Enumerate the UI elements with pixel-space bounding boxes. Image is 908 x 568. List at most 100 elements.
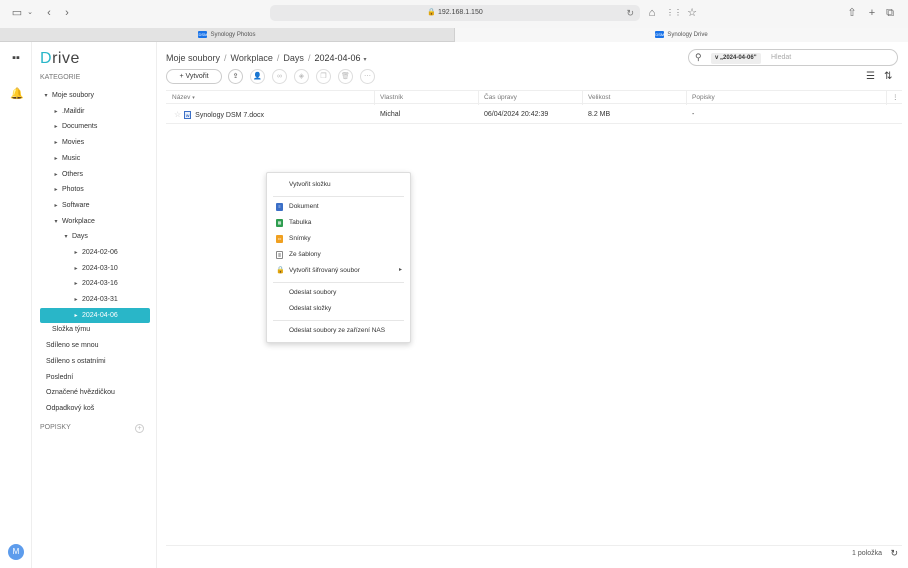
apps-grid-icon[interactable]: ▪▪ [10,52,22,64]
caret-right-icon[interactable]: ▸ [72,277,80,292]
sidebar-tree-item[interactable]: ▾ Days [32,229,150,244]
caret-down-icon[interactable]: ▾ [62,230,70,245]
caret-right-icon[interactable]: ▸ [52,105,60,120]
star-icon[interactable]: ☆ [686,6,698,20]
forward-icon[interactable]: › [62,6,72,20]
tab-synology-photos[interactable]: DSM Synology Photos [0,28,454,42]
sidebar-tree-item[interactable]: ▸ Software [32,198,150,213]
lock-icon: 🔒 [276,267,285,275]
sidebar-item-recent[interactable]: Poslední [32,370,150,385]
breadcrumb-days[interactable]: Days [283,53,304,63]
menu-item-upload-files[interactable]: Odeslat soubory [267,285,410,300]
tag-icon[interactable]: ◈ [294,69,309,84]
search-input[interactable]: Hledat [771,54,791,61]
file-name-cell[interactable]: ☆ W Synology DSM 7.docx [174,105,264,124]
sidebar-item-shared-with-me[interactable]: Sdíleno se mnou [32,338,150,353]
sidebar-tree-item[interactable]: ▾ Workplace [32,214,150,229]
copy-icon[interactable]: ❐ [316,69,331,84]
labels-section-label: POPISKY [40,424,71,431]
caret-right-icon[interactable]: ▸ [72,246,80,261]
create-context-menu: Vytvořit složku ≡ Dokument ▦ Tabulka ▭ Sním… [266,172,411,343]
caret-down-icon[interactable]: ▾ [42,89,50,104]
share-user-icon[interactable]: 👤 [250,69,265,84]
sidebar-item-shared-with-others[interactable]: Sdíleno s ostatními [32,354,150,369]
column-name[interactable]: Název ▾ [166,91,374,105]
refresh-icon[interactable]: ↻ [890,548,898,559]
menu-item-upload-folders[interactable]: Odeslat složky [267,301,410,316]
sidebar-tree-item[interactable]: ▸ .Maildir [32,104,150,119]
sidebar-tree-item[interactable]: ▸ Music [32,151,150,166]
reload-icon[interactable]: ↻ [626,5,634,21]
file-name: Synology DSM 7.docx [195,112,265,119]
caret-down-icon[interactable]: ▾ [52,215,60,230]
breadcrumb-current[interactable]: 2024-04-06 [314,53,360,63]
document-icon: ≡ [276,203,283,211]
caret-right-icon[interactable]: ▸ [52,152,60,167]
caret-right-icon[interactable]: ▸ [52,183,60,198]
share-icon[interactable]: ⇧ [846,6,858,20]
tab-synology-drive[interactable]: DSM Synology Drive [454,28,908,42]
caret-right-icon[interactable]: ▸ [72,293,80,308]
sidebar-item-trash[interactable]: Odpadkový koš [32,401,150,416]
menu-item-create-folder[interactable]: Vytvořit složku [267,177,410,192]
caret-right-icon[interactable]: ▸ [52,120,60,135]
menu-item-upload-from-nas[interactable]: Odeslat soubory ze zařízení NAS [267,323,410,338]
search-icon[interactable]: ⚲ [695,52,702,63]
sidebar-tree-item[interactable]: ▸ 2024-03-16 [32,276,150,291]
sort-icon[interactable]: ⇅ [884,71,892,82]
list-view-icon[interactable]: ☰ [866,71,875,82]
column-owner[interactable]: Vlastník [374,91,478,105]
upload-icon[interactable]: ⇪ [228,69,243,84]
search-box[interactable]: ⚲ v „2024-04-06" Hledat [688,49,898,66]
sidebar-item-starred[interactable]: Označené hvězdičkou [32,385,150,400]
column-labels[interactable]: Popisky [686,91,886,105]
sidebar-tree-item[interactable]: ▸ Documents [32,119,150,134]
link-icon[interactable]: ∞ [272,69,287,84]
sidebar-tree-item[interactable]: ▸ 2024-03-10 [32,261,150,276]
chevron-down-icon[interactable]: ⌄ [26,6,34,20]
sidebar-tree-item[interactable]: ▸ 2024-03-31 [32,292,150,307]
sidebar-tree-item[interactable]: ▸ 2024-02-06 [32,245,150,260]
more-icon[interactable]: ⋯ [360,69,375,84]
breadcrumb-workplace[interactable]: Workplace [231,53,273,63]
star-icon[interactable]: ☆ [174,110,181,119]
sidebar-tree-item[interactable]: ▸ Others [32,167,150,182]
address-bar[interactable]: 🔒 192.168.1.150 ↻ [270,5,640,21]
modified-cell: 06/04/2024 20:42:39 [484,111,549,118]
spreadsheet-icon: ▦ [276,219,283,227]
bell-icon[interactable]: 🔔 [10,88,24,100]
chevron-down-icon[interactable]: ▾ [364,57,367,63]
sidebar-tree-item[interactable]: ▸ Movies [32,135,150,150]
create-button[interactable]: + Vytvořit [166,69,222,84]
table-row[interactable]: ☆ W Synology DSM 7.docx Michal 06/04/2024 … [166,105,902,124]
avatar[interactable]: M [8,544,24,560]
column-modified[interactable]: Čas úpravy [478,91,582,105]
menu-item-from-template[interactable]: ≣ Ze šablony [267,247,410,262]
caret-right-icon[interactable]: ▸ [52,168,60,183]
delete-icon[interactable]: 🗑 [338,69,353,84]
caret-right-icon[interactable]: ▸ [52,199,60,214]
sidebar-tree-item[interactable]: ▸ 2024-04-06 [40,308,150,323]
search-scope-chip[interactable]: v „2024-04-06" [711,53,761,64]
column-size[interactable]: Velikost [582,91,686,105]
menu-item-spreadsheet[interactable]: ▦ Tabulka [267,215,410,230]
menu-item-slides[interactable]: ▭ Snímky [267,231,410,246]
owner-cell: Michal [380,111,401,118]
sidebar-item-team-folder[interactable]: Složka týmu [32,322,150,337]
home-icon[interactable]: ⌂ [646,6,658,20]
column-options-icon[interactable]: ⋮ [886,91,902,105]
tabs-overview-icon[interactable]: ⧉ [884,6,896,20]
caret-right-icon[interactable]: ▸ [72,262,80,277]
new-tab-icon[interactable]: + [866,6,878,20]
back-icon[interactable]: ‹ [44,6,54,20]
add-label-icon[interactable]: + [135,424,144,433]
sidebar-toggle-icon[interactable]: ▭ [10,6,24,20]
sidebar-tree-item[interactable]: ▸ Photos [32,182,150,197]
sidebar-tree-item[interactable]: ▾ Moje soubory [32,88,150,103]
menu-item-encrypted-file[interactable]: 🔒 Vytvořit šifrovaný soubor ▸ [267,263,410,278]
breadcrumb-my-files[interactable]: Moje soubory [166,53,220,63]
tree-item-label: Others [61,171,83,178]
menu-item-document[interactable]: ≡ Dokument [267,199,410,214]
caret-right-icon[interactable]: ▸ [52,136,60,151]
grid-icon[interactable]: ⋮⋮ [666,6,682,20]
